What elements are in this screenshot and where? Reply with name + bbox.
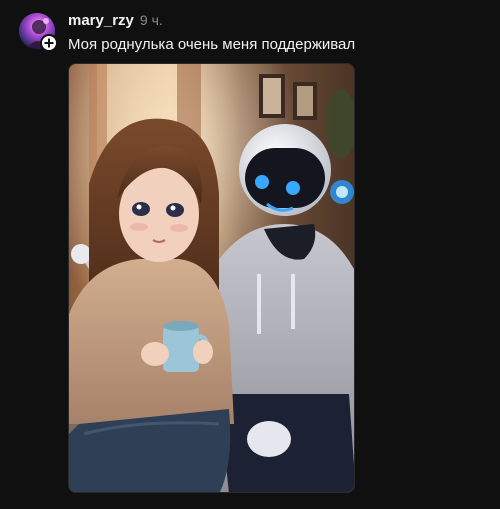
follow-plus-icon[interactable] xyxy=(40,34,58,52)
post-timestamp[interactable]: 9 ч. xyxy=(140,12,163,28)
illustration-girl-and-robot xyxy=(69,64,354,492)
post-caption: Моя роднулька очень меня поддерживал xyxy=(68,36,356,53)
avatar-wrap[interactable] xyxy=(19,13,58,52)
post-image[interactable] xyxy=(68,63,355,493)
post: mary_rzy 9 ч. Моя роднулька очень меня п… xyxy=(0,0,500,509)
username-link[interactable]: mary_rzy xyxy=(68,12,134,29)
post-header: mary_rzy 9 ч. xyxy=(68,12,163,32)
